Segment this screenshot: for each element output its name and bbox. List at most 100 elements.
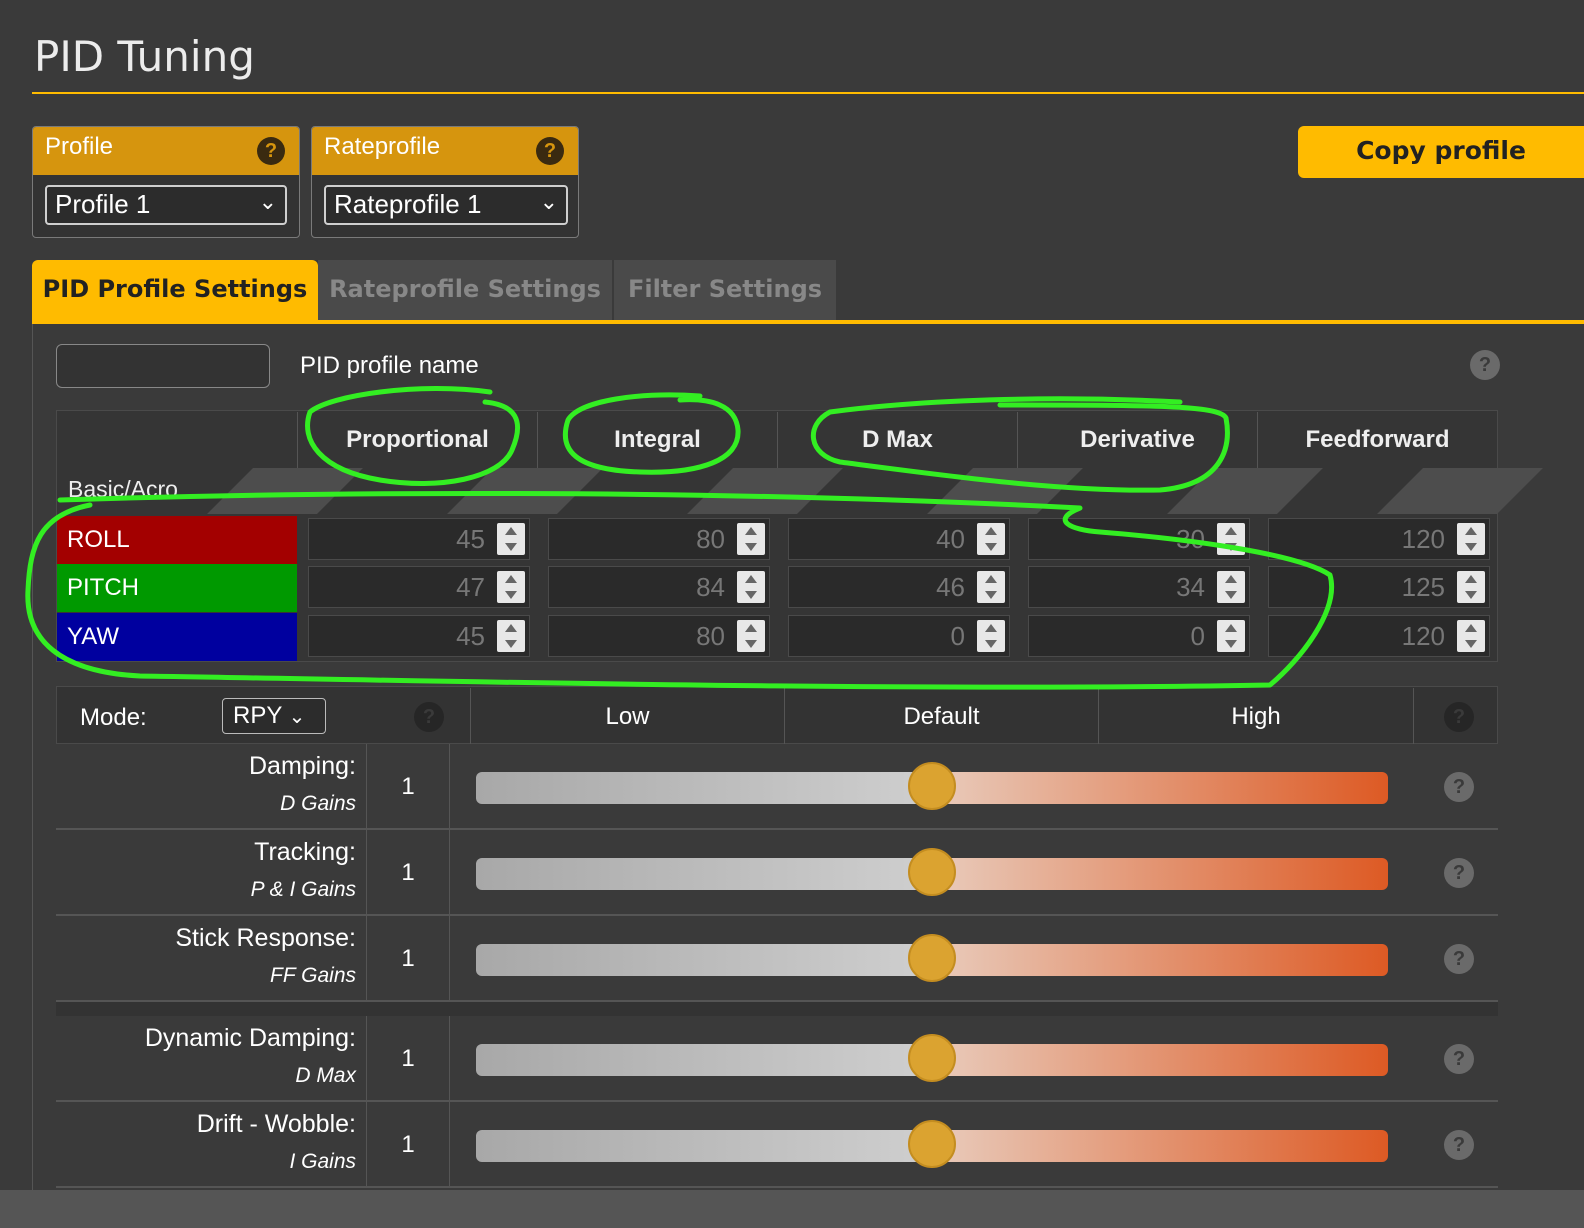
pid-value: 34 [1176,572,1205,602]
slider-subtitle: I Gains [289,1150,356,1173]
spinner-icon[interactable] [497,620,525,652]
mode-dropdown[interactable]: RPY ⌄ [222,698,326,734]
pid-value: 0 [950,621,965,651]
pid-value: 45 [456,621,485,651]
rateprofile-dropdown[interactable]: Rateprofile 1 ⌄ [324,185,568,225]
axis-label-yaw: YAW [57,613,297,661]
spinner-icon[interactable] [737,620,765,652]
pid-input-pitch-d-max[interactable]: 46 [788,566,1010,608]
slider-subtitle: FF Gains [270,964,356,987]
profile-dropdown[interactable]: Profile 1 ⌄ [45,185,287,225]
spinner-icon[interactable] [977,523,1005,555]
pid-input-pitch-proportional[interactable]: 47 [308,566,530,608]
spinner-icon[interactable] [1217,571,1245,603]
slider-thumb[interactable] [908,762,956,810]
pid-input-yaw-proportional[interactable]: 45 [308,615,530,657]
chevron-down-icon: ⌄ [539,189,558,214]
slider-value: 1 [366,916,450,1002]
bottom-bar [0,1190,1584,1228]
pid-input-yaw-derivative[interactable]: 0 [1028,615,1250,657]
spinner-icon[interactable] [497,523,525,555]
spinner-icon[interactable] [1217,523,1245,555]
mode-value: RPY [233,702,282,729]
spinner-icon[interactable] [737,523,765,555]
slider-value: 1 [366,744,450,830]
spinner-icon[interactable] [1457,571,1485,603]
pid-input-pitch-feedforward[interactable]: 125 [1268,566,1490,608]
chevron-down-icon: ⌄ [288,706,306,728]
profile-header: Profile ? [33,127,299,175]
tab-filter-settings[interactable]: Filter Settings [614,260,836,320]
column-header-feedforward: Feedforward [1257,412,1497,468]
pid-input-yaw-feedforward[interactable]: 120 [1268,615,1490,657]
slider-row: Damping: D Gains 1? [56,744,1498,830]
help-icon[interactable]: ? [1470,350,1500,380]
pid-value: 30 [1176,524,1205,554]
help-icon[interactable]: ? [1444,1130,1474,1160]
pid-input-roll-derivative[interactable]: 30 [1028,518,1250,560]
slider-row: Stick Response: FF Gains 1? [56,916,1498,1002]
pid-input-roll-d-max[interactable]: 40 [788,518,1010,560]
pid-value: 45 [456,524,485,554]
pid-input-yaw-integral[interactable]: 80 [548,615,770,657]
pid-input-pitch-integral[interactable]: 84 [548,566,770,608]
copy-profile-button[interactable]: Copy profile [1298,126,1584,178]
pid-value: 0 [1190,621,1205,651]
slider-row: Dynamic Damping: D Max 1? [56,1016,1498,1102]
pid-value: 40 [936,524,965,554]
help-icon[interactable]: ? [1444,772,1474,802]
help-icon[interactable]: ? [1444,858,1474,888]
help-icon[interactable]: ? [1444,702,1474,732]
slider-thumb[interactable] [908,1034,956,1082]
spinner-icon[interactable] [1217,620,1245,652]
slider-subtitle: D Max [295,1064,356,1087]
mode-label: Mode: [80,704,147,731]
column-header-derivative: Derivative [1017,412,1257,468]
spinner-icon[interactable] [737,571,765,603]
pid-value: 120 [1401,621,1445,651]
level-low: Low [470,688,784,744]
help-icon[interactable]: ? [536,137,564,165]
slider-group-divider [56,1002,1498,1016]
pid-input-roll-integral[interactable]: 80 [548,518,770,560]
spinner-icon[interactable] [1457,620,1485,652]
tab-rateprofile-settings[interactable]: Rateprofile Settings [318,260,612,320]
axis-label-roll: ROLL [57,516,297,564]
pid-input-roll-feedforward[interactable]: 120 [1268,518,1490,560]
column-header-proportional: Proportional [297,412,537,468]
rateprofile-label: Rateprofile [324,133,441,160]
tab-pid-profile-settings[interactable]: PID Profile Settings [32,260,318,320]
pid-value: 80 [696,621,725,651]
rateprofile-selector: Rateprofile ? Rateprofile 1 ⌄ [311,126,579,238]
help-icon[interactable]: ? [1444,944,1474,974]
pid-input-roll-proportional[interactable]: 45 [308,518,530,560]
pid-input-yaw-d-max[interactable]: 0 [788,615,1010,657]
profile-label: Profile [45,133,114,160]
level-default: Default [784,688,1098,744]
pid-value: 125 [1401,572,1445,602]
slider-thumb[interactable] [908,1120,956,1168]
help-icon[interactable]: ? [414,702,444,732]
help-icon[interactable]: ? [257,137,285,165]
pid-input-pitch-derivative[interactable]: 34 [1028,566,1250,608]
section-label: Basic/Acro [68,476,178,502]
spinner-icon[interactable] [977,571,1005,603]
pid-profile-name-input[interactable] [56,344,270,388]
slider-name: Damping: [249,752,356,780]
slider-value: 1 [366,1102,450,1188]
slider-value: 1 [366,830,450,916]
slider-name: Stick Response: [175,924,356,952]
slider-row: Drift - Wobble: I Gains 1? [56,1102,1498,1188]
spinner-icon[interactable] [977,620,1005,652]
slider-thumb[interactable] [908,848,956,896]
help-icon[interactable]: ? [1444,1044,1474,1074]
spinner-icon[interactable] [497,571,525,603]
slider-subtitle: D Gains [280,792,356,815]
rateprofile-value: Rateprofile 1 [334,189,482,219]
level-high: High [1098,688,1414,744]
spinner-icon[interactable] [1457,523,1485,555]
axis-label-pitch: PITCH [57,564,297,612]
chevron-down-icon: ⌄ [258,189,277,214]
rateprofile-header: Rateprofile ? [312,127,578,175]
slider-thumb[interactable] [908,934,956,982]
